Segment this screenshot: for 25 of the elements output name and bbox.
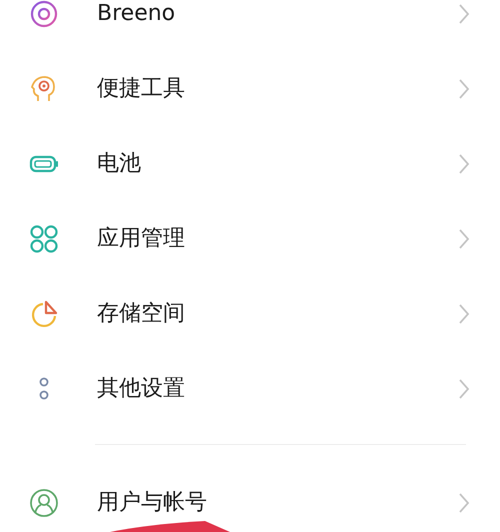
chevron-icon	[458, 228, 470, 250]
item-label: 应用管理	[97, 225, 186, 253]
apps-icon	[28, 224, 58, 254]
chevron-icon	[458, 152, 470, 174]
target-icon	[28, 0, 58, 28]
item-label: 用户与帐号	[97, 489, 208, 517]
item-label: 便捷工具	[97, 75, 186, 103]
item-label: Breeno	[97, 0, 176, 28]
settings-item[interactable]: 存储空间	[0, 276, 500, 351]
chevron-icon	[458, 2, 470, 24]
user-icon	[28, 488, 58, 518]
chevron-icon	[458, 492, 470, 514]
settings-item[interactable]: 应用管理	[0, 201, 500, 276]
chevron-icon	[458, 378, 470, 400]
chevron-icon	[458, 78, 470, 100]
dots-icon	[38, 376, 50, 402]
settings-item[interactable]: 电池	[0, 126, 500, 201]
settings-item[interactable]: 便捷工具	[0, 51, 500, 126]
item-label: 电池	[97, 150, 142, 178]
settings-item[interactable]: 其他设置	[0, 351, 500, 426]
settings-item[interactable]: Breeno	[0, 0, 500, 51]
item-label: 存储空间	[97, 300, 186, 328]
chevron-icon	[458, 302, 470, 324]
item-label: 其他设置	[97, 375, 186, 403]
settings-item[interactable]: 用户与帐号	[0, 465, 500, 532]
